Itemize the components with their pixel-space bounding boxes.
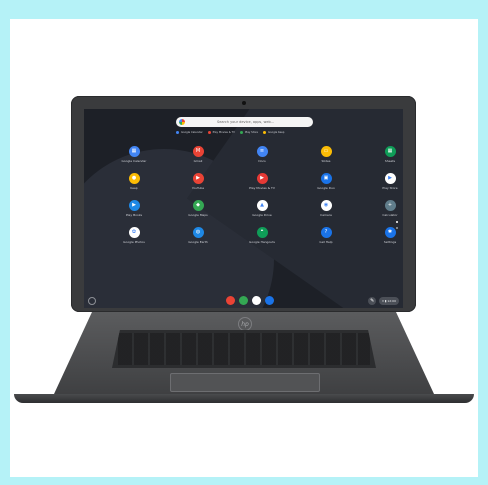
app-label: Google Drive xyxy=(252,213,272,217)
suggestion-icon xyxy=(207,131,211,134)
app-label: Keep xyxy=(130,186,138,190)
app-tile[interactable]: ▣ Google Duo xyxy=(294,173,358,200)
play-store-icon: ▶ xyxy=(384,173,396,184)
app-label: Google Duo xyxy=(317,186,335,190)
app-label: Google Photos xyxy=(123,240,145,244)
app-label: Play Books xyxy=(125,213,143,217)
laptop-lid: Search your device, apps, web... Google … xyxy=(71,96,416,312)
app-label: Gmail xyxy=(193,159,203,163)
app-label: Google Maps xyxy=(188,213,208,217)
suggestion-chips: Google Calendar Play Movies & TV Play Stor… xyxy=(176,131,336,134)
hp-logo: hp xyxy=(238,317,252,331)
suggestion-chip[interactable]: Google Calendar xyxy=(176,131,203,134)
laptop-base: hp xyxy=(14,312,474,407)
suggestion-chip[interactable]: Play Movies & TV xyxy=(207,131,235,134)
app-tile[interactable]: ▶ Play Movies & TV xyxy=(230,173,294,200)
play-books-icon: ▶ xyxy=(128,200,140,211)
launcher-icon[interactable] xyxy=(88,297,96,305)
app-tile[interactable]: ◍ Google Earth xyxy=(166,227,230,254)
app-tile[interactable]: ● Keep xyxy=(102,173,166,200)
app-tile[interactable]: ▶ Play Books xyxy=(102,200,166,227)
stylus-icon[interactable]: ✎ xyxy=(368,297,377,305)
suggestion-label: Play Movies & TV xyxy=(212,131,235,134)
touchpad[interactable] xyxy=(170,373,320,392)
app-grid: ▦ Google Calendar M Gmail ≡ Docs ▭ Slides ▦ Sheet… xyxy=(102,146,403,254)
hangouts-icon: ❝ xyxy=(256,227,268,238)
app-tile[interactable]: ✿ Google Photos xyxy=(102,227,166,254)
suggestion-chip[interactable]: Google Keep xyxy=(263,131,284,134)
base-front-edge xyxy=(14,394,474,403)
app-tile[interactable]: ✱ Settings xyxy=(358,227,403,254)
app-tile[interactable]: ▦ Google Calendar xyxy=(102,146,166,173)
shelf: ✎ ▾ ▮ 12:00 xyxy=(84,294,403,308)
keyboard xyxy=(112,330,376,368)
app-label: Camera xyxy=(320,213,332,217)
webcam xyxy=(242,101,246,105)
suggestion-label: Google Keep xyxy=(268,131,285,134)
docs-icon: ≡ xyxy=(256,146,268,157)
app-tile[interactable]: ▶ Play Store xyxy=(358,173,403,200)
chrome-icon[interactable] xyxy=(226,296,235,305)
app-label: Settings xyxy=(383,240,397,244)
app-tile[interactable]: ◉ Camera xyxy=(294,200,358,227)
calculator-icon: + xyxy=(384,200,396,211)
shelf-apps xyxy=(226,296,274,305)
page-dot-active[interactable] xyxy=(396,221,398,223)
duo-icon: ▣ xyxy=(320,173,332,184)
app-label: Docs xyxy=(258,159,266,163)
app-label: Google Earth xyxy=(188,240,208,244)
play-store-icon[interactable] xyxy=(239,296,248,305)
camera-icon: ◉ xyxy=(320,200,332,211)
maps-icon: ◆ xyxy=(192,200,204,211)
slides-icon: ▭ xyxy=(320,146,332,157)
app-tile[interactable]: ▶ YouTube xyxy=(166,173,230,200)
page-dot[interactable] xyxy=(396,227,398,229)
suggestion-chip[interactable]: Play Store xyxy=(239,131,259,134)
calendar-icon: ▦ xyxy=(128,146,140,157)
app-label: YouTube xyxy=(191,186,205,190)
status-area[interactable]: ▾ ▮ 12:00 xyxy=(379,297,399,305)
play-movies-icon: ▶ xyxy=(256,173,268,184)
app-label: Calculator xyxy=(382,213,398,217)
help-icon: ? xyxy=(320,227,332,238)
app-tile[interactable]: M Gmail xyxy=(166,146,230,173)
suggestion-icon xyxy=(263,131,267,134)
app-tile[interactable]: ◆ Google Maps xyxy=(166,200,230,227)
search-placeholder: Search your device, apps, web... xyxy=(217,120,275,124)
chromeos-screen: Search your device, apps, web... Google … xyxy=(84,109,403,308)
laptop: Search your device, apps, web... Google … xyxy=(0,0,488,485)
earth-icon: ◍ xyxy=(192,227,204,238)
app-tile[interactable]: ❝ Google Hangouts xyxy=(230,227,294,254)
page-indicator[interactable] xyxy=(396,221,398,229)
app-label: Google Hangouts xyxy=(249,240,275,244)
suggestion-icon xyxy=(176,131,179,134)
keep-icon: ● xyxy=(128,173,140,184)
system-tray[interactable]: ✎ ▾ ▮ 12:00 xyxy=(368,297,399,305)
app-tile[interactable]: ▲ Google Drive xyxy=(230,200,294,227)
sheets-icon: ▦ xyxy=(384,146,396,157)
suggestion-label: Google Calendar xyxy=(181,131,203,134)
drive-icon: ▲ xyxy=(256,200,268,211)
photos-icon: ✿ xyxy=(128,227,140,238)
docs-icon[interactable] xyxy=(252,296,261,305)
launcher-search-box[interactable]: Search your device, apps, web... xyxy=(176,117,313,127)
app-label: Play Store xyxy=(382,186,398,190)
app-tile[interactable]: ▦ Sheets xyxy=(358,146,403,173)
app-tile[interactable]: ? Get Help xyxy=(294,227,358,254)
app-label: Google Calendar xyxy=(121,159,147,163)
settings-icon: ✱ xyxy=(384,227,396,238)
app-label: Sheets xyxy=(384,159,396,163)
google-g-icon xyxy=(179,119,185,125)
app-tile[interactable]: ▭ Slides xyxy=(294,146,358,173)
gmail-icon: M xyxy=(192,146,204,157)
suggestion-label: Play Store xyxy=(244,131,259,134)
app-label: Get Help xyxy=(319,240,333,244)
duo-icon[interactable] xyxy=(265,296,274,305)
suggestion-icon xyxy=(239,131,243,134)
app-label: Play Movies & TV xyxy=(249,186,275,190)
youtube-icon: ▶ xyxy=(192,173,204,184)
app-tile[interactable]: ≡ Docs xyxy=(230,146,294,173)
app-label: Slides xyxy=(321,159,331,163)
